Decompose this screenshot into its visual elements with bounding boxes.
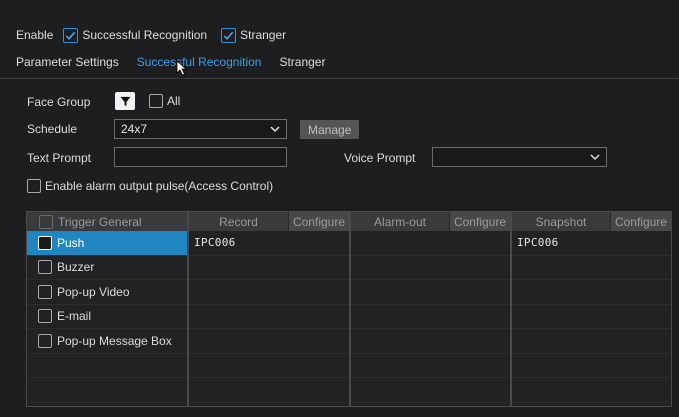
table-row [189, 378, 349, 403]
tab-parameter-settings[interactable]: Parameter Settings [16, 55, 119, 69]
tab-bar: Parameter Settings Successful Recognitio… [16, 52, 325, 72]
schedule-label: Schedule [27, 122, 78, 136]
table-row [351, 329, 510, 354]
all-label: All [167, 94, 181, 108]
record-title: Record [219, 214, 258, 229]
trigger-row-label: Pop-up Message Box [57, 333, 172, 348]
record-configure-button[interactable]: Configure [287, 212, 349, 231]
table-row [351, 378, 510, 403]
schedule-value: 24x7 [121, 122, 148, 136]
alarm-output-pulse-checkbox[interactable] [27, 179, 41, 193]
table-row [512, 329, 671, 354]
successful-recognition-toggle[interactable]: Successful Recognition [63, 27, 208, 43]
table-row: IPC006 [189, 231, 349, 256]
tab-divider [0, 78, 679, 79]
text-prompt-label: Text Prompt [27, 151, 92, 165]
trigger-row-popup-message-box[interactable]: Pop-up Message Box [27, 329, 187, 354]
filter-icon [119, 96, 131, 106]
table-row [512, 305, 671, 329]
schedule-select[interactable]: 24x7 [114, 119, 287, 139]
table-row [351, 305, 510, 329]
snapshot-header: Snapshot Configure [512, 212, 671, 231]
trigger-row-popup-video[interactable]: Pop-up Video [27, 280, 187, 305]
face-group-label: Face Group [27, 95, 91, 109]
stranger-label: Stranger [240, 28, 287, 42]
successful-recognition-checkbox[interactable] [63, 27, 79, 43]
table-row [27, 378, 187, 403]
trigger-general-title: Trigger General [58, 214, 142, 229]
alarm-out-header: Alarm-out Configure [351, 212, 510, 231]
alarm-output-pulse-option[interactable]: Enable alarm output pulse(Access Control… [27, 179, 273, 193]
table-row [189, 329, 349, 354]
alarm-out-title: Alarm-out [373, 214, 426, 229]
record-header: Record Configure [189, 212, 349, 231]
snapshot-title: Snapshot [535, 214, 587, 229]
tab-successful-recognition[interactable]: Successful Recognition [137, 55, 262, 69]
table-row [351, 231, 510, 256]
table-row [512, 378, 671, 403]
all-checkbox[interactable] [149, 94, 163, 108]
tab-stranger[interactable]: Stranger [279, 55, 325, 69]
voice-prompt-select[interactable] [432, 147, 607, 167]
trigger-row-label: Buzzer [57, 260, 95, 275]
snapshot-camera-value: IPC006 [517, 236, 559, 250]
alarm-output-pulse-label: Enable alarm output pulse(Access Control… [45, 179, 274, 193]
table-row [189, 305, 349, 329]
trigger-general-table: Trigger General Push Buzzer Pop-up Video… [26, 211, 188, 407]
record-camera-value: IPC006 [194, 236, 236, 250]
trigger-row-push[interactable]: Push [27, 231, 187, 256]
table-row [512, 354, 671, 378]
chevron-down-icon [590, 154, 600, 161]
record-table: Record Configure IPC006 [188, 211, 350, 407]
trigger-row-label: Pop-up Video [57, 284, 130, 299]
table-row [351, 354, 510, 378]
snapshot-table: Snapshot Configure IPC006 [511, 211, 672, 407]
checkmark-icon [223, 31, 234, 40]
text-prompt-input[interactable] [114, 147, 287, 167]
face-group-all-option[interactable]: All [149, 94, 180, 108]
stranger-toggle[interactable]: Stranger [221, 27, 287, 43]
email-checkbox[interactable] [38, 309, 52, 324]
trigger-row-email[interactable]: E-mail [27, 305, 187, 329]
trigger-general-header: Trigger General [27, 212, 187, 231]
table-row [189, 256, 349, 280]
face-group-filter-button[interactable] [115, 92, 135, 110]
table-row [189, 354, 349, 378]
table-row [512, 280, 671, 305]
table-row [27, 354, 187, 378]
table-row [351, 280, 510, 305]
enable-row: Enable Successful Recognition Stranger [16, 24, 286, 46]
checkmark-icon [66, 31, 76, 40]
voice-prompt-label: Voice Prompt [344, 151, 416, 165]
table-row [189, 280, 349, 305]
trigger-general-select-all-checkbox[interactable] [39, 214, 53, 229]
push-checkbox[interactable] [38, 235, 52, 250]
mouse-cursor-icon [176, 60, 188, 76]
successful-recognition-label: Successful Recognition [82, 28, 208, 42]
table-row [512, 256, 671, 280]
stranger-checkbox[interactable] [221, 27, 237, 43]
trigger-row-buzzer[interactable]: Buzzer [27, 256, 187, 280]
trigger-row-label: Push [57, 235, 85, 250]
popup-message-box-checkbox[interactable] [38, 333, 52, 348]
snapshot-configure-button[interactable]: Configure [609, 212, 671, 231]
manage-button[interactable]: Manage [300, 120, 360, 139]
buzzer-checkbox[interactable] [38, 260, 52, 275]
chevron-down-icon [270, 126, 280, 133]
enable-label: Enable [16, 28, 54, 42]
trigger-row-label: E-mail [57, 309, 92, 324]
table-row [351, 256, 510, 280]
alarm-out-configure-button[interactable]: Configure [448, 212, 510, 231]
alarm-out-table: Alarm-out Configure [350, 211, 511, 407]
table-row: IPC006 [512, 231, 671, 256]
popup-video-checkbox[interactable] [38, 284, 52, 299]
